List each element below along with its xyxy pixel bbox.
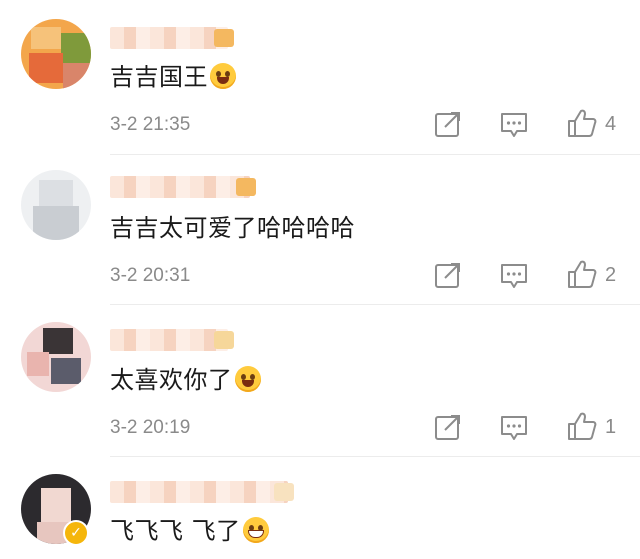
thumbs-up-icon[interactable] <box>567 108 597 138</box>
divider <box>110 304 640 305</box>
comment-text: 吉吉国王 <box>110 63 236 91</box>
crying-laughing-emoji <box>210 63 236 89</box>
grinning-emoji <box>242 517 269 543</box>
member-badge-icon <box>214 29 234 47</box>
username-blurred[interactable] <box>110 329 234 351</box>
reply-comment-icon[interactable] <box>500 111 528 139</box>
comment-text: 吉吉太可爱了哈哈哈哈 <box>110 214 355 242</box>
share-icon[interactable] <box>434 110 462 138</box>
reply-comment-icon[interactable] <box>500 414 528 442</box>
comment-text: 太喜欢你了 <box>110 366 261 394</box>
share-icon[interactable] <box>434 413 462 441</box>
comment-time: 3-2 20:31 <box>110 265 191 286</box>
verified-badge-icon: ✓ <box>63 520 89 546</box>
avatar[interactable] <box>21 322 91 392</box>
username-blurred[interactable] <box>110 176 256 198</box>
member-badge-icon <box>274 483 294 501</box>
divider <box>110 456 640 457</box>
comment-time: 3-2 21:35 <box>110 114 191 135</box>
like-count: 1 <box>605 416 617 438</box>
divider <box>110 154 640 155</box>
like-count: 4 <box>605 113 617 135</box>
comment-time: 3-2 20:19 <box>110 417 191 438</box>
thumbs-up-icon[interactable] <box>567 411 597 441</box>
comment-text: 飞飞飞 飞了 <box>110 517 269 545</box>
reply-comment-icon[interactable] <box>500 262 528 290</box>
like-count: 2 <box>605 264 617 286</box>
username-blurred[interactable] <box>110 27 234 49</box>
avatar[interactable] <box>21 170 91 240</box>
username-blurred[interactable] <box>110 481 294 503</box>
share-icon[interactable] <box>434 261 462 289</box>
avatar[interactable] <box>21 19 91 89</box>
member-badge-icon <box>214 331 234 349</box>
member-badge-icon <box>236 178 256 196</box>
crying-laughing-emoji <box>234 366 261 392</box>
thumbs-up-icon[interactable] <box>567 259 597 289</box>
